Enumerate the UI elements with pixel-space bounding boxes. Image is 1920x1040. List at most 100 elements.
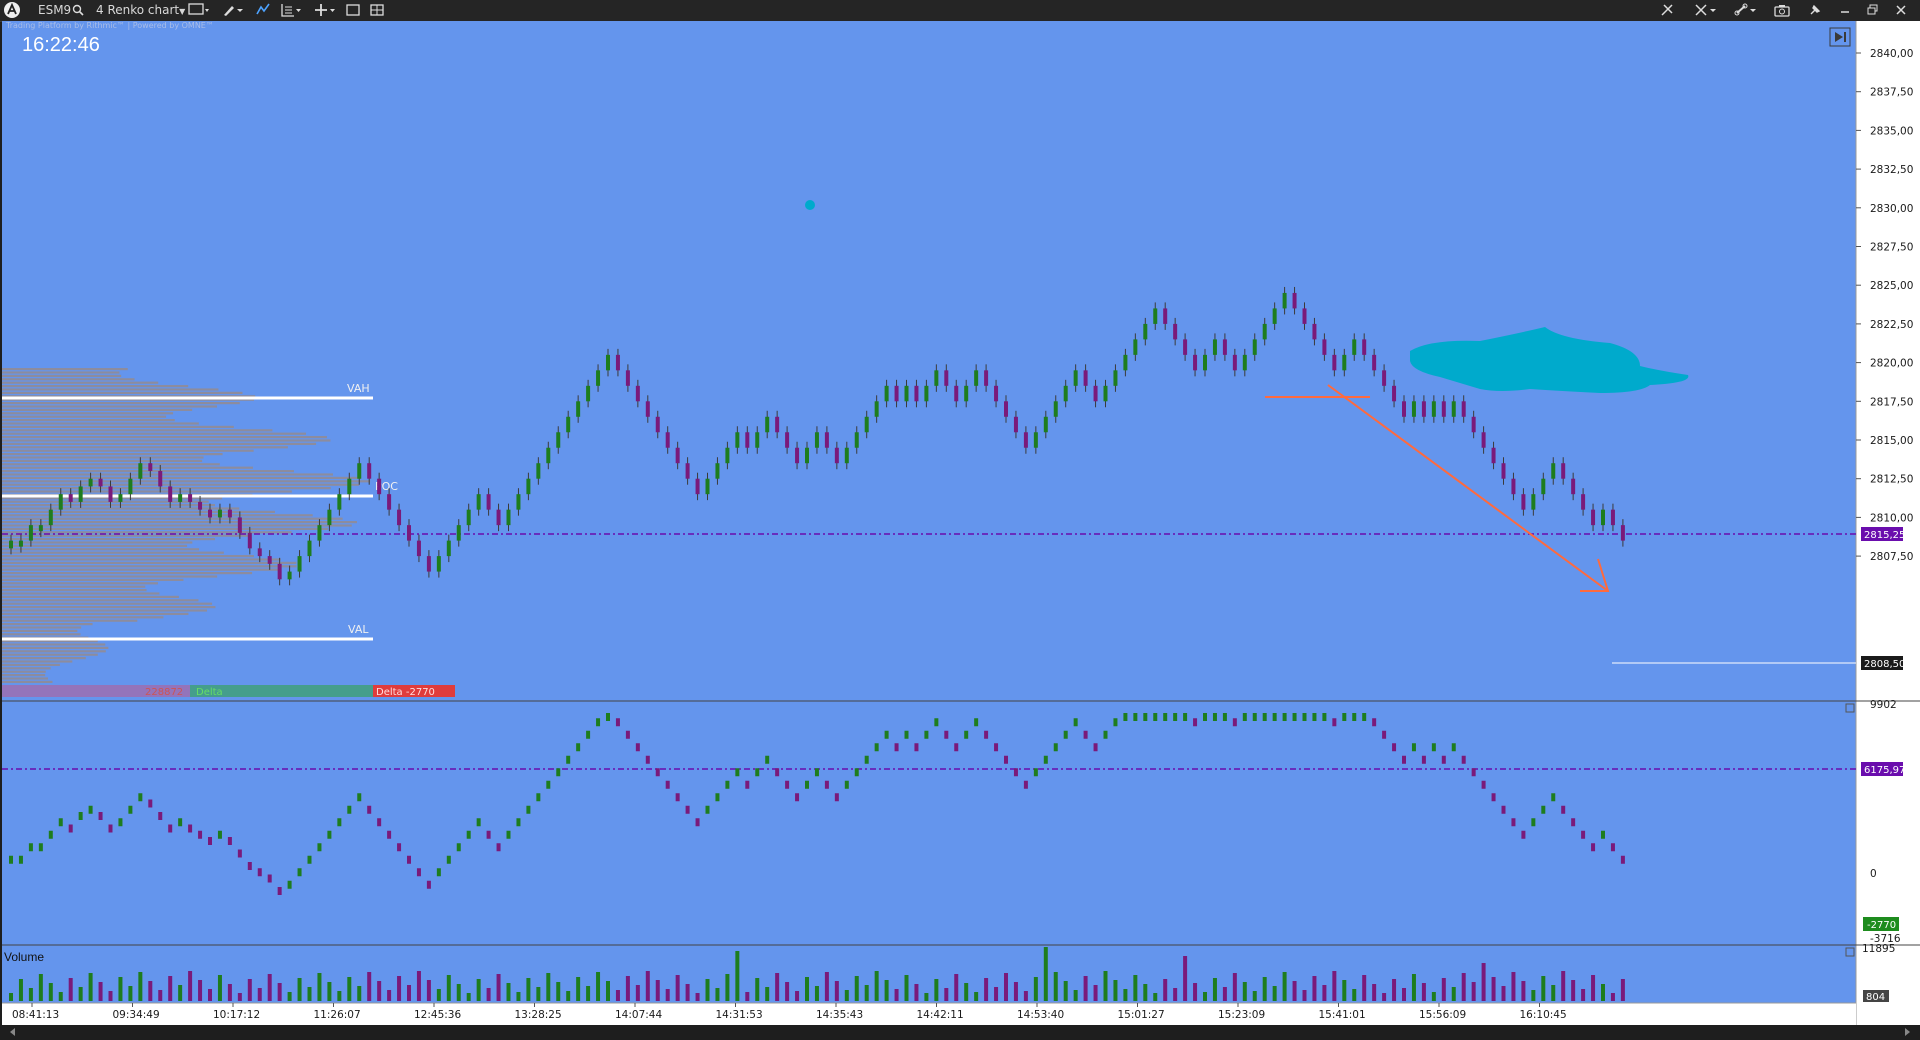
symbol-label[interactable]: ESM9 bbox=[38, 2, 71, 19]
profile-bar bbox=[2, 629, 78, 632]
minimize-button[interactable] bbox=[1838, 3, 1852, 20]
volume-bar bbox=[28, 988, 33, 1001]
chart-template-icon[interactable] bbox=[280, 3, 302, 20]
volume-bar bbox=[367, 972, 372, 1001]
delta-down-candle bbox=[1013, 768, 1018, 777]
time-tick-label: 11:26:07 bbox=[314, 1009, 361, 1021]
layout-icon[interactable] bbox=[370, 3, 384, 20]
delta-up-candle bbox=[38, 843, 43, 852]
profile-bar bbox=[2, 514, 313, 517]
dot-marker[interactable] bbox=[805, 200, 815, 210]
volume-bar bbox=[665, 989, 670, 1001]
volume-bar bbox=[546, 973, 551, 1001]
volume-bar bbox=[98, 982, 103, 1001]
chart-type-dropdown[interactable]: 4 Renko chart▼ bbox=[96, 2, 185, 19]
indicator-icon[interactable] bbox=[256, 2, 270, 19]
delta-down-candle bbox=[795, 793, 800, 802]
search-icon[interactable] bbox=[72, 4, 84, 21]
chart-area[interactable]: VAH POC VAL 228872 Delta Delta -2770 284… bbox=[0, 21, 1920, 1040]
chart-svg[interactable]: VAH POC VAL 228872 Delta Delta -2770 284… bbox=[0, 21, 1920, 1040]
window-icon[interactable] bbox=[346, 3, 360, 20]
down-candle bbox=[1183, 339, 1188, 355]
up-candle bbox=[1431, 401, 1436, 417]
profile-bar bbox=[2, 582, 158, 585]
delta-up-candle bbox=[28, 843, 33, 852]
volume-bar bbox=[655, 980, 660, 1001]
volume-bar bbox=[138, 972, 143, 1001]
volume-bar bbox=[884, 980, 889, 1001]
volume-bar bbox=[496, 974, 501, 1001]
up-candle bbox=[874, 401, 879, 417]
delta-down-candle bbox=[208, 837, 212, 845]
delta-down-candle bbox=[257, 868, 262, 877]
delta-up-candle bbox=[436, 868, 441, 877]
atas-logo-icon[interactable] bbox=[3, 1, 21, 18]
add-icon[interactable] bbox=[314, 3, 336, 20]
price-level-tag-text: 2815,25 bbox=[1864, 530, 1905, 541]
delta-up-candle bbox=[1133, 713, 1138, 721]
down-candle bbox=[1441, 401, 1446, 417]
delta-up-candle bbox=[715, 793, 720, 802]
down-candle bbox=[1173, 323, 1178, 340]
profile-bar bbox=[2, 606, 216, 609]
delta-down-candle bbox=[984, 730, 989, 739]
volume-bar bbox=[1183, 956, 1188, 1001]
camera-icon[interactable] bbox=[1774, 3, 1790, 20]
profile-bar bbox=[2, 378, 135, 381]
volume-bar bbox=[735, 951, 740, 1001]
delta-up-candle bbox=[725, 780, 730, 789]
monitor-icon[interactable] bbox=[188, 3, 210, 20]
down-candle bbox=[1511, 478, 1516, 495]
delta-down-candle bbox=[1193, 718, 1198, 727]
link-icon[interactable] bbox=[1734, 3, 1758, 20]
down-candle bbox=[914, 385, 919, 402]
volume-bar bbox=[944, 988, 949, 1001]
horizontal-scrollbar[interactable] bbox=[2, 1025, 1920, 1040]
close-button[interactable] bbox=[1894, 3, 1908, 20]
volume-bar bbox=[1282, 972, 1287, 1001]
volume-bar bbox=[1163, 979, 1168, 1001]
volume-bar bbox=[1372, 984, 1377, 1001]
up-candle bbox=[536, 463, 541, 479]
volume-bar bbox=[257, 988, 262, 1001]
delta-down-candle bbox=[1521, 830, 1526, 839]
profile-bar bbox=[2, 551, 224, 554]
maximize-button[interactable] bbox=[1866, 3, 1880, 20]
cross-tools-icon[interactable] bbox=[1694, 3, 1718, 20]
delta-up-candle bbox=[456, 843, 461, 852]
delta-down-candle bbox=[1004, 755, 1008, 764]
delta-up-candle bbox=[556, 768, 561, 777]
price-tick-label: 2817,50 bbox=[1870, 396, 1913, 408]
volume-bar bbox=[1013, 982, 1018, 1001]
delta-down-candle bbox=[98, 812, 103, 820]
delta-up-candle bbox=[904, 730, 909, 739]
down-candle bbox=[267, 556, 272, 564]
profile-bar bbox=[2, 436, 327, 439]
down-candle bbox=[377, 478, 382, 495]
down-candle bbox=[367, 463, 372, 479]
volume-bar bbox=[436, 989, 441, 1001]
volume-bar bbox=[586, 986, 591, 1001]
up-candle bbox=[1352, 339, 1357, 355]
volume-bar bbox=[516, 992, 521, 1001]
delta-down-candle bbox=[426, 880, 431, 889]
delta-down-candle bbox=[1461, 755, 1466, 764]
crosshair-settings-icon[interactable] bbox=[1660, 3, 1674, 20]
delta-up-candle bbox=[347, 805, 352, 814]
profile-bar bbox=[2, 371, 120, 374]
price-tick-label: 2807,50 bbox=[1870, 551, 1913, 563]
volume-bar bbox=[1511, 972, 1516, 1001]
delta-up-candle bbox=[844, 780, 849, 789]
pin-icon[interactable] bbox=[1808, 3, 1822, 20]
pencil-icon[interactable] bbox=[222, 3, 244, 20]
up-candle bbox=[1342, 354, 1347, 371]
volume-bar bbox=[1431, 992, 1436, 1001]
up-candle bbox=[1262, 323, 1267, 340]
volume-bar bbox=[1441, 978, 1446, 1001]
up-candle bbox=[586, 385, 591, 402]
delta-down-candle bbox=[685, 805, 690, 814]
down-candle bbox=[198, 501, 203, 510]
up-candle bbox=[1143, 323, 1148, 340]
profile-bar bbox=[2, 602, 213, 605]
delta-down-candle bbox=[1332, 718, 1337, 727]
